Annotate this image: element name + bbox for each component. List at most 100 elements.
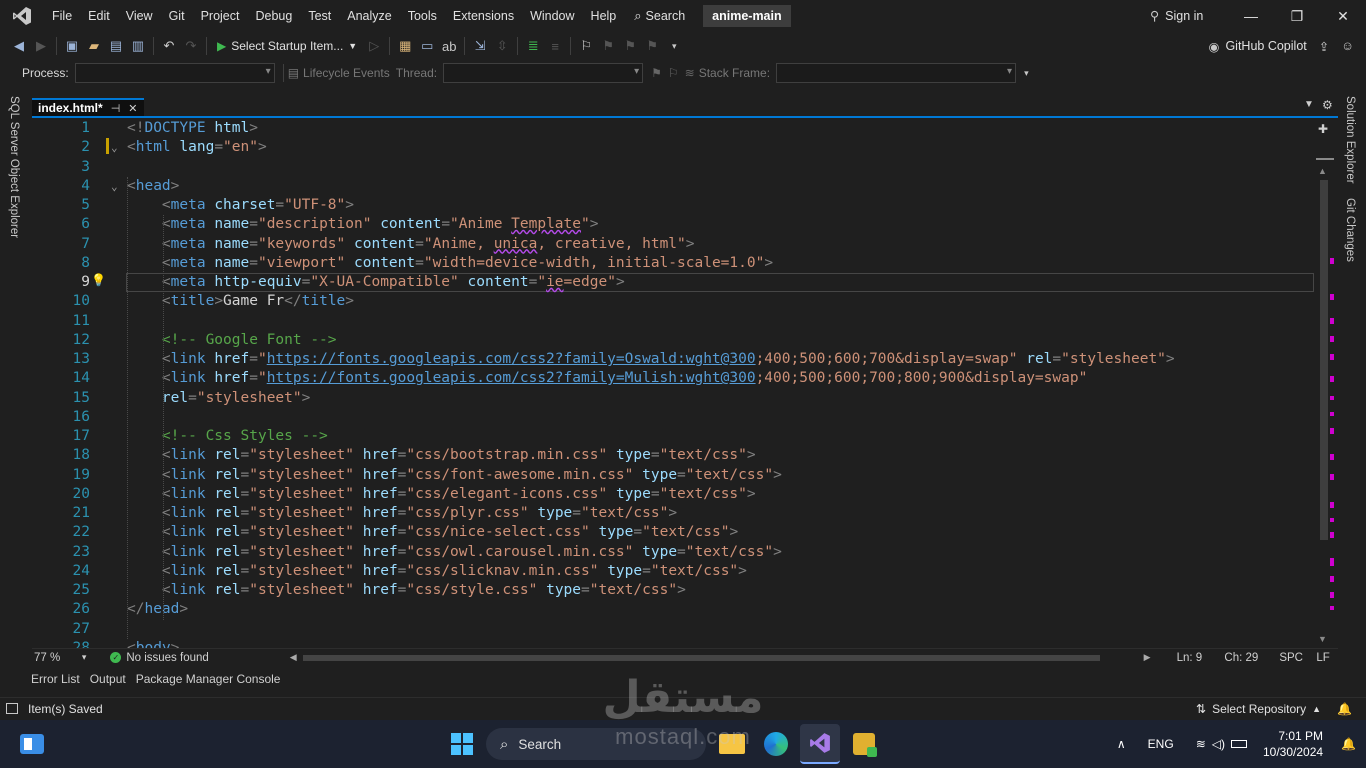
menu-project[interactable]: Project xyxy=(193,0,248,32)
bottom-tab-output[interactable]: Output xyxy=(87,672,129,686)
code-line[interactable]: 10 <title>Game Fr</title> xyxy=(32,292,1314,311)
line-number[interactable]: 13 xyxy=(44,350,90,369)
fold-toggle-icon[interactable]: ⌄ xyxy=(111,138,118,157)
visual-studio-logo-icon[interactable] xyxy=(0,0,44,32)
menu-file[interactable]: File xyxy=(44,0,80,32)
scroll-right-arrow-icon[interactable]: ▶ xyxy=(1144,652,1151,663)
stack-frame-dropdown[interactable] xyxy=(776,63,1017,83)
code-line[interactable]: 15 rel="stylesheet"> xyxy=(32,389,1314,408)
github-copilot-button[interactable]: ◉ GitHub Copilot ⇪ ☺ xyxy=(1209,32,1354,60)
navigate-forward-icon[interactable]: ▶ xyxy=(30,35,52,57)
menu-debug[interactable]: Debug xyxy=(247,0,300,32)
line-number[interactable]: 3 xyxy=(44,158,90,177)
horizontal-scrollbar[interactable] xyxy=(302,654,1100,661)
line-number[interactable]: 7 xyxy=(44,235,90,254)
issues-status[interactable]: No issues found xyxy=(126,652,289,664)
line-number[interactable]: 11 xyxy=(44,312,90,331)
code-line[interactable]: 1 <!DOCTYPE html> xyxy=(32,119,1314,138)
code-line[interactable]: 26 </head> xyxy=(32,600,1314,619)
save-all-icon[interactable]: ▥ xyxy=(127,35,149,57)
line-number[interactable]: 22 xyxy=(44,523,90,542)
show-hidden-icons-icon[interactable]: ∧ xyxy=(1117,737,1126,751)
line-number[interactable]: 20 xyxy=(44,485,90,504)
line-number[interactable]: 12 xyxy=(44,331,90,350)
previous-bookmark-icon[interactable]: ⚑ xyxy=(597,35,619,57)
pin-icon[interactable]: ⊣ xyxy=(111,102,121,115)
browse-icon[interactable]: ▦ xyxy=(394,35,416,57)
code-token[interactable]: https://fonts.googleapis.com/css2?family… xyxy=(267,351,756,367)
menu-view[interactable]: View xyxy=(118,0,161,32)
undo-icon[interactable]: ↶ xyxy=(158,35,180,57)
git-changes-tab[interactable]: Git Changes xyxy=(1344,198,1356,262)
code-line[interactable]: 12 <!-- Google Font --> xyxy=(32,331,1314,350)
close-button[interactable]: ✕ xyxy=(1320,0,1366,32)
vertical-scrollbar[interactable]: ✚ ▲ ▼ xyxy=(1314,118,1338,648)
code-token[interactable]: https://fonts.googleapis.com/css2?family… xyxy=(267,370,756,386)
bookmark-icon[interactable]: ⚐ xyxy=(575,35,597,57)
code-line[interactable]: 22 <link rel="stylesheet" href="css/nice… xyxy=(32,523,1314,542)
step-into-icon[interactable]: ⇲ xyxy=(469,35,491,57)
line-number[interactable]: 17 xyxy=(44,427,90,446)
scroll-down-arrow-icon[interactable]: ▼ xyxy=(1318,634,1327,644)
open-folder-icon[interactable]: ▰ xyxy=(83,35,105,57)
code-line[interactable]: 8 <meta name="viewport" content="width=d… xyxy=(32,254,1314,273)
lightbulb-icon[interactable]: 💡 xyxy=(91,273,106,287)
line-number[interactable]: 2 xyxy=(44,138,90,157)
menu-help[interactable]: Help xyxy=(583,0,625,32)
navigate-back-icon[interactable]: ◀ xyxy=(8,35,30,57)
line-number[interactable]: 10 xyxy=(44,292,90,311)
line-number[interactable]: 21 xyxy=(44,504,90,523)
line-ending-status[interactable]: LF xyxy=(1308,652,1338,664)
show-threads-icon[interactable]: ⚐ xyxy=(668,66,679,80)
line-number[interactable]: 19 xyxy=(44,466,90,485)
process-dropdown[interactable] xyxy=(74,63,275,83)
flag-thread-icon[interactable]: ⚑ xyxy=(651,66,662,80)
sign-in-button[interactable]: ⚲ Sign in xyxy=(1150,0,1203,32)
code-line[interactable]: 18 <link rel="stylesheet" href="css/boot… xyxy=(32,446,1314,465)
edge-browser-icon[interactable] xyxy=(756,724,796,764)
code-line[interactable]: 2 ⌄ <html lang="en"> xyxy=(32,138,1314,157)
split-editor-icon[interactable]: ✚ xyxy=(1318,122,1328,136)
line-number[interactable]: 1 xyxy=(44,119,90,138)
notifications-icon[interactable]: 🔔 xyxy=(1337,702,1352,716)
battery-icon[interactable] xyxy=(1230,740,1247,748)
step-over-icon[interactable]: ⇳ xyxy=(491,35,513,57)
solution-explorer-tab[interactable]: Solution Explorer xyxy=(1344,96,1356,184)
line-number[interactable]: 4 xyxy=(44,177,90,196)
code-line[interactable]: 21 <link rel="stylesheet" href="css/plyr… xyxy=(32,504,1314,523)
scroll-thumb[interactable] xyxy=(1320,180,1328,540)
line-number[interactable]: 15 xyxy=(44,389,90,408)
window-layout-icon[interactable]: ▭ xyxy=(416,35,438,57)
menu-window[interactable]: Window xyxy=(522,0,582,32)
taskbar-search-box[interactable]: ⌕ Search xyxy=(486,728,706,760)
file-explorer-icon[interactable] xyxy=(712,724,752,764)
code-editor[interactable]: 1 <!DOCTYPE html> 2 ⌄ <html lang="en"> 3 4 ⌄ <he… xyxy=(32,118,1338,648)
clock[interactable]: 7:01 PM 10/30/2024 xyxy=(1263,728,1323,760)
line-number[interactable]: 23 xyxy=(44,543,90,562)
select-startup-item-button[interactable]: ▶ Select Startup Item... ▼ xyxy=(211,35,363,57)
code-line[interactable]: 16 xyxy=(32,408,1314,427)
zoom-level[interactable]: 77 % xyxy=(34,652,82,664)
whitespace-status[interactable]: SPC xyxy=(1274,652,1308,664)
share-icon[interactable]: ⇪ xyxy=(1319,39,1329,54)
menu-analyze[interactable]: Analyze xyxy=(339,0,399,32)
line-number[interactable]: 27 xyxy=(44,620,90,639)
widgets-icon[interactable] xyxy=(12,724,52,764)
code-line[interactable]: 3 xyxy=(32,158,1314,177)
redo-icon[interactable]: ↷ xyxy=(180,35,202,57)
code-line[interactable]: 5 <meta charset="UTF-8"> xyxy=(32,196,1314,215)
maximize-button[interactable]: ❐ xyxy=(1274,0,1320,32)
new-project-icon[interactable]: ▣ xyxy=(61,35,83,57)
chevron-down-icon[interactable]: ▾ xyxy=(82,652,87,663)
language-indicator[interactable]: ENG xyxy=(1148,737,1174,751)
close-tab-icon[interactable]: ✕ xyxy=(128,102,137,115)
minimize-button[interactable]: ― xyxy=(1228,0,1274,32)
select-repository-button[interactable]: ⇅ Select Repository ▲ xyxy=(1196,702,1321,716)
format-document-icon[interactable]: ≣ xyxy=(522,35,544,57)
menu-extensions[interactable]: Extensions xyxy=(445,0,522,32)
tab-list-dropdown-icon[interactable]: ▼ xyxy=(1304,99,1314,110)
code-line[interactable]: 13 <link href="https://fonts.googleapis.… xyxy=(32,350,1314,369)
line-number[interactable]: 24 xyxy=(44,562,90,581)
search-box[interactable]: ⌕ Search xyxy=(624,0,695,32)
bottom-tab-error-list[interactable]: Error List xyxy=(28,672,83,686)
